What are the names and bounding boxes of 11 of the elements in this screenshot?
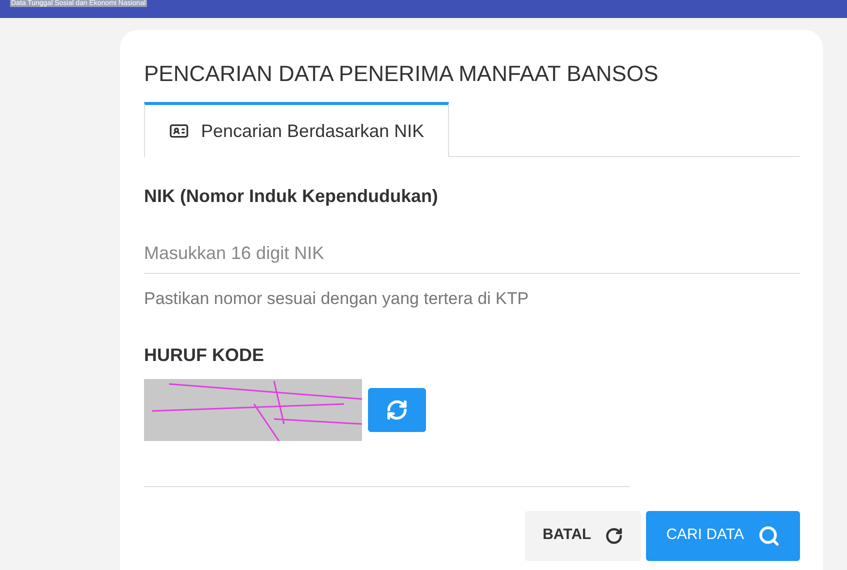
search-icon: [758, 524, 780, 546]
nik-hint: Pastikan nomor sesuai dengan yang tertera di KTP: [144, 288, 530, 310]
nik-input-field[interactable]: Masukkan 16 digit NIK: [144, 234, 800, 274]
cancel-button[interactable]: BATAL: [524, 510, 642, 560]
captcha-label: HURUF KODE: [144, 344, 265, 366]
card-title: PENCARIAN DATA PENERIMA MANFAAT BANSOS: [144, 60, 660, 88]
reset-icon: [605, 526, 624, 544]
tab[interactable]: Pencarian Berdasarkan NIK: [144, 102, 450, 157]
nik-label: NIK (Nomor Induk Kependudukan): [144, 185, 439, 208]
refresh-icon: [386, 398, 408, 420]
refresh-captcha-button[interactable]: [368, 388, 426, 432]
